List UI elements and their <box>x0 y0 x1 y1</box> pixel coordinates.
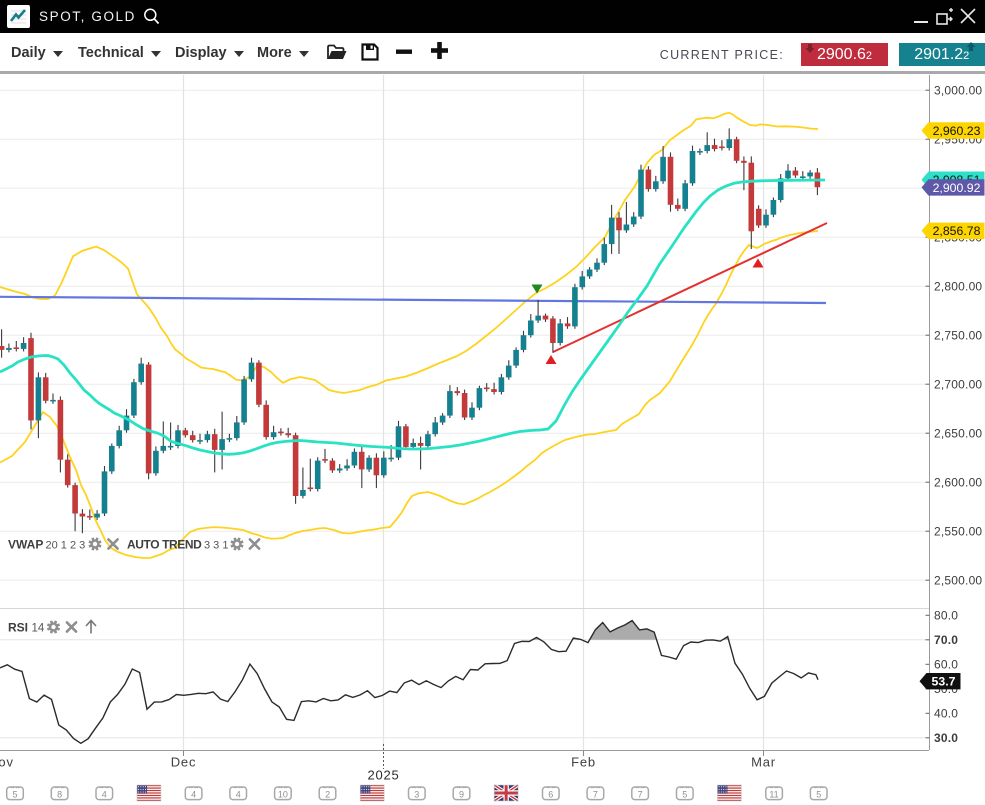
svg-text:2,800.00: 2,800.00 <box>934 280 982 294</box>
svg-text:14: 14 <box>32 623 45 635</box>
svg-text:Dec: Dec <box>171 755 197 770</box>
svg-text:2,856.78: 2,856.78 <box>933 224 981 238</box>
svg-text:6: 6 <box>548 789 553 799</box>
svg-text:80.0: 80.0 <box>934 609 958 623</box>
svg-text:7: 7 <box>593 789 598 799</box>
svg-text:5: 5 <box>816 789 821 799</box>
svg-text:Feb: Feb <box>571 755 596 770</box>
svg-text:70.0: 70.0 <box>934 633 958 647</box>
svg-text:2: 2 <box>325 789 330 799</box>
svg-text:10: 10 <box>278 789 288 799</box>
svg-text:2,550.00: 2,550.00 <box>934 525 982 539</box>
svg-text:9: 9 <box>459 789 464 799</box>
svg-text:3 3 1: 3 3 1 <box>204 540 228 552</box>
svg-text:VWAP: VWAP <box>8 538 43 552</box>
svg-text:2,650.00: 2,650.00 <box>934 427 982 441</box>
svg-text:2,900.92: 2,900.92 <box>933 181 981 195</box>
svg-text:60.0: 60.0 <box>934 658 958 672</box>
svg-text:2,600.00: 2,600.00 <box>934 476 982 490</box>
svg-text:Nov: Nov <box>0 755 14 770</box>
svg-text:4: 4 <box>191 789 196 799</box>
svg-text:30.0: 30.0 <box>934 731 958 745</box>
svg-text:2,500.00: 2,500.00 <box>934 574 982 588</box>
svg-text:2,960.23: 2,960.23 <box>933 124 981 138</box>
svg-text:RSI: RSI <box>8 621 28 635</box>
svg-text:8: 8 <box>57 789 62 799</box>
svg-text:11: 11 <box>769 789 778 799</box>
svg-text:40.0: 40.0 <box>934 707 958 721</box>
svg-text:4: 4 <box>236 789 241 799</box>
svg-text:3: 3 <box>414 789 419 799</box>
svg-text:3,000.00: 3,000.00 <box>934 84 982 98</box>
svg-text:4: 4 <box>102 789 107 799</box>
svg-text:20 1 2 3: 20 1 2 3 <box>46 540 86 552</box>
svg-text:2,750.00: 2,750.00 <box>934 329 982 343</box>
svg-text:5: 5 <box>12 789 17 799</box>
svg-text:2025: 2025 <box>367 768 399 783</box>
svg-text:7: 7 <box>638 789 643 799</box>
svg-text:AUTO TREND: AUTO TREND <box>127 538 202 552</box>
svg-text:53.7: 53.7 <box>932 675 956 689</box>
svg-text:5: 5 <box>682 789 687 799</box>
svg-text:2,700.00: 2,700.00 <box>934 378 982 392</box>
svg-text:Mar: Mar <box>751 755 776 770</box>
